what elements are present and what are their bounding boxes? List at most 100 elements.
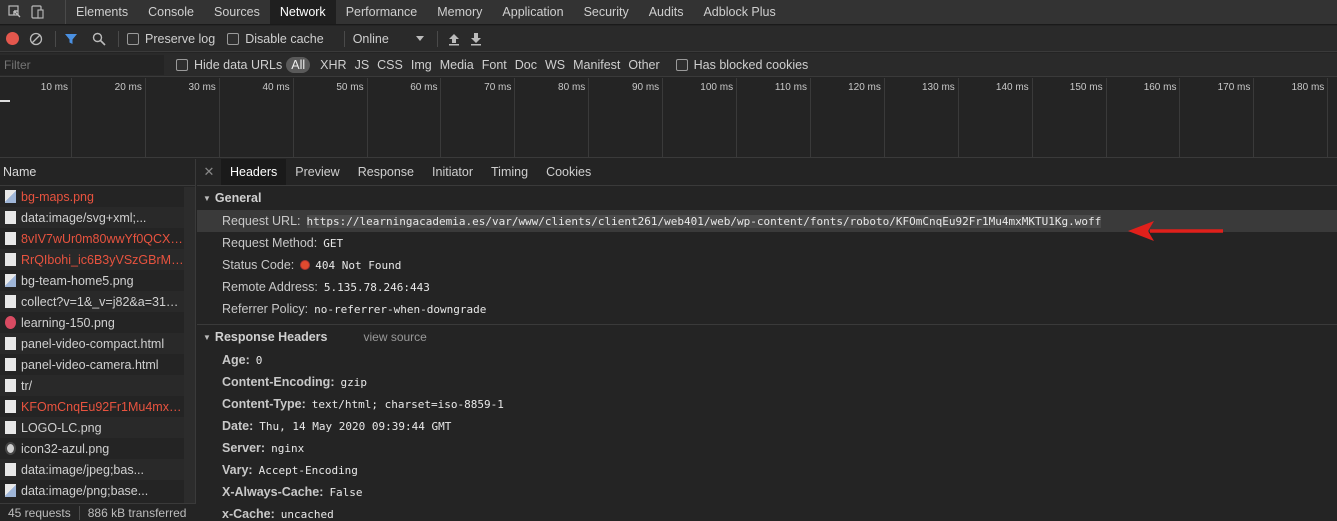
filter-type-img[interactable]: Img	[407, 58, 436, 72]
filter-type-media[interactable]: Media	[436, 58, 478, 72]
inspect-element-icon[interactable]	[8, 5, 22, 19]
filter-type-ws[interactable]: WS	[541, 58, 569, 72]
response-header-row: Vary: Accept-Encoding	[197, 459, 1337, 481]
filter-type-font[interactable]: Font	[478, 58, 511, 72]
request-row[interactable]: data:image/jpeg;bas...	[0, 459, 185, 480]
record-button[interactable]	[6, 32, 19, 45]
request-list-scrollbar[interactable]	[184, 187, 195, 507]
tab-cookies[interactable]: Cookies	[537, 159, 600, 185]
header-value[interactable]: False	[329, 486, 362, 499]
header-value[interactable]: text/html; charset=iso-8859-1	[312, 398, 504, 411]
disable-cache-checkbox[interactable]: Disable cache	[227, 32, 324, 46]
request-row[interactable]: RrQIbohi_ic6B3yVSzGBrMxY...	[0, 249, 185, 270]
request-row[interactable]: bg-maps.png	[0, 186, 185, 207]
header-value[interactable]: uncached	[281, 508, 334, 521]
view-source-link[interactable]: view source	[363, 330, 426, 344]
request-name: RrQIbohi_ic6B3yVSzGBrMxY...	[21, 252, 185, 267]
filter-type-xhr[interactable]: XHR	[316, 58, 350, 72]
image-file-icon	[5, 274, 16, 287]
header-value[interactable]: gzip	[340, 376, 367, 389]
tab-headers[interactable]: Headers	[221, 159, 287, 185]
request-row[interactable]: panel-video-camera.html	[0, 354, 185, 375]
clear-icon[interactable]	[29, 32, 43, 46]
header-value[interactable]: Accept-Encoding	[259, 464, 358, 477]
header-value[interactable]: no-referrer-when-downgrade	[314, 303, 486, 316]
search-icon[interactable]	[92, 32, 106, 46]
tab-console[interactable]: Console	[138, 0, 204, 24]
export-har-icon[interactable]	[470, 32, 482, 46]
request-row[interactable]: learning-150.png	[0, 312, 185, 333]
status-error-icon	[300, 260, 311, 270]
tab-audits[interactable]: Audits	[639, 0, 694, 24]
request-row[interactable]: 8vIV7wUr0m80wwYf0QCXZz...	[0, 228, 185, 249]
header-key: Server:	[222, 441, 266, 455]
hide-data-urls-checkbox[interactable]: Hide data URLs	[176, 58, 282, 72]
request-url-value[interactable]: https://learningacademia.es/var/www/clie…	[306, 214, 1102, 228]
preserve-log-checkbox[interactable]: Preserve log	[127, 32, 215, 46]
status-code-value[interactable]: 404 Not Found	[315, 259, 401, 272]
checkbox-box[interactable]	[176, 58, 188, 71]
checkbox-box[interactable]	[675, 58, 688, 71]
filter-input[interactable]	[0, 54, 164, 75]
tab-performance[interactable]: Performance	[336, 0, 428, 24]
filter-type-js[interactable]: JS	[351, 58, 374, 72]
checkbox-box[interactable]	[227, 32, 240, 45]
close-icon[interactable]: ✕	[197, 159, 221, 185]
timeline-tick-label: 130 ms	[921, 82, 955, 93]
filter-type-manifest[interactable]: Manifest	[569, 58, 624, 72]
filter-type-css[interactable]: CSS	[373, 58, 407, 72]
device-toolbar-icon[interactable]	[30, 5, 44, 19]
header-value[interactable]: 0	[256, 354, 263, 367]
has-blocked-cookies-checkbox[interactable]: Has blocked cookies	[675, 58, 808, 72]
header-value[interactable]: GET	[323, 237, 343, 250]
tab-adblock-plus[interactable]: Adblock Plus	[693, 0, 785, 24]
timeline-tick-label: 30 ms	[188, 82, 216, 93]
timeline-overview[interactable]: 10 ms 20 ms 30 ms 40 ms 50 ms 60 ms 70 ms 80 ms…	[0, 78, 1337, 158]
request-row[interactable]: KFOmCnqEu92Fr1Mu4mxM...	[0, 396, 185, 417]
throttling-select[interactable]: Online	[353, 32, 425, 46]
tab-memory[interactable]: Memory	[427, 0, 492, 24]
filter-icon[interactable]	[64, 32, 78, 46]
toolbar-divider	[343, 30, 345, 47]
filter-type-all[interactable]: All	[286, 56, 311, 73]
import-har-icon[interactable]	[448, 32, 460, 46]
request-name: learning-150.png	[21, 315, 115, 330]
timeline-tick-label: 10 ms	[40, 82, 68, 93]
request-row[interactable]: icon32-azul.png	[0, 438, 185, 459]
header-key: Referrer Policy:	[222, 302, 309, 316]
header-value[interactable]: Thu, 14 May 2020 09:39:44 GMT	[259, 420, 451, 433]
header-value[interactable]: 5.135.78.246:443	[324, 281, 430, 294]
request-row[interactable]: panel-video-compact.html	[0, 333, 185, 354]
tab-elements[interactable]: Elements	[66, 0, 138, 24]
request-row[interactable]: tr/	[0, 375, 185, 396]
icon-file-icon	[5, 442, 16, 455]
general-section-toggle[interactable]: ▼ General	[197, 186, 1337, 210]
tab-timing[interactable]: Timing	[482, 159, 537, 185]
tab-response[interactable]: Response	[349, 159, 423, 185]
request-row[interactable]: data:image/png;base...	[0, 480, 185, 501]
request-row[interactable]: bg-team-home5.png	[0, 270, 185, 291]
filter-type-doc[interactable]: Doc	[511, 58, 541, 72]
preserve-log-label: Preserve log	[145, 31, 216, 46]
timeline-gridline: 30 ms	[146, 78, 220, 158]
tab-application[interactable]: Application	[492, 0, 573, 24]
request-row[interactable]: collect?v=1&_v=j82&a=3132...	[0, 291, 185, 312]
request-name: data:image/jpeg;bas...	[21, 462, 144, 477]
checkbox-box[interactable]	[127, 32, 139, 45]
name-column-header[interactable]: Name	[0, 159, 195, 186]
tab-security[interactable]: Security	[574, 0, 639, 24]
request-row[interactable]: data:image/svg+xml;...	[0, 207, 185, 228]
response-headers-section-toggle[interactable]: ▼ Response Headers view source	[197, 325, 1337, 349]
timeline-tick-label: 170 ms	[1217, 82, 1251, 93]
tab-network[interactable]: Network	[269, 0, 336, 24]
header-value[interactable]: nginx	[271, 442, 304, 455]
tab-initiator[interactable]: Initiator	[423, 159, 482, 185]
document-file-icon	[5, 421, 16, 434]
tab-sources[interactable]: Sources	[204, 0, 270, 24]
filter-type-other[interactable]: Other	[624, 58, 663, 72]
request-row[interactable]: LOGO-LC.png	[0, 417, 185, 438]
response-header-row: Date: Thu, 14 May 2020 09:39:44 GMT	[197, 415, 1337, 437]
tab-preview[interactable]: Preview	[286, 159, 348, 185]
general-section-title: General	[214, 191, 262, 205]
timeline-tick-label: 20 ms	[114, 82, 142, 93]
